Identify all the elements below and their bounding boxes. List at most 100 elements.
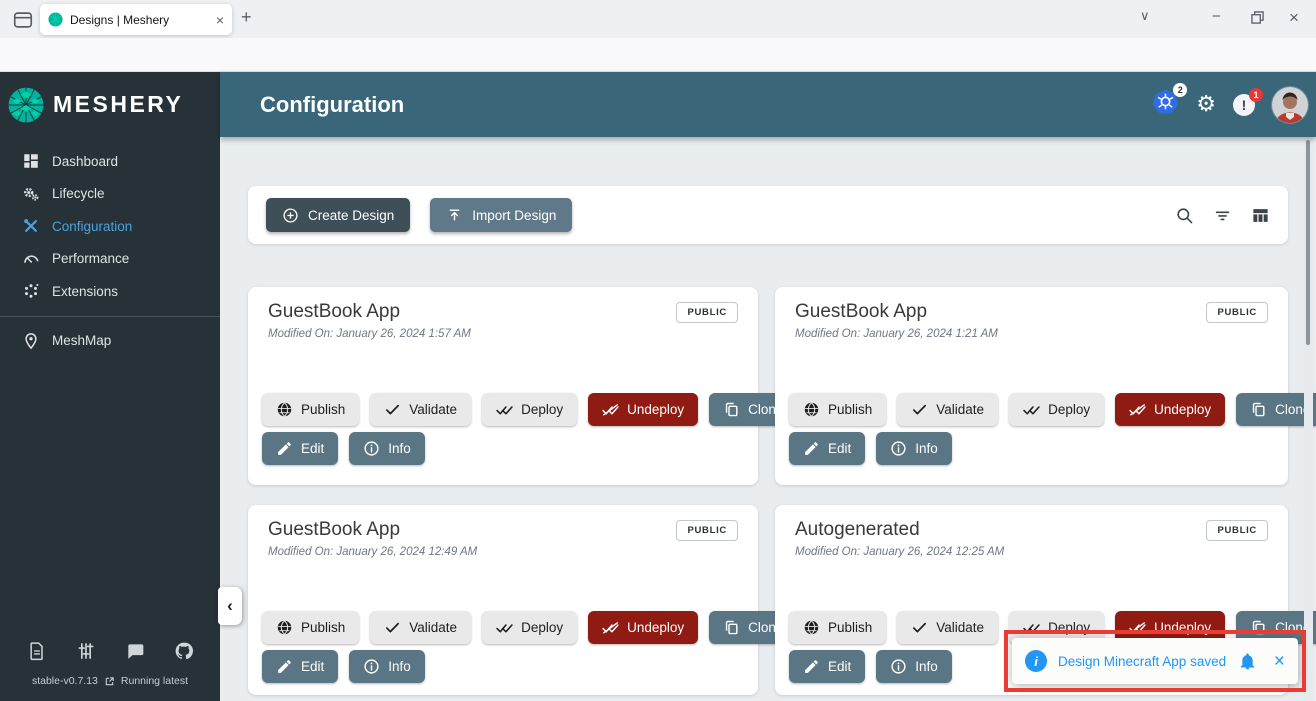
avatar-image (1272, 86, 1308, 123)
designs-toolbar-right (1175, 206, 1270, 225)
validate-button[interactable]: Validate (370, 393, 472, 426)
card-actions-row-2: Edit Info (262, 432, 425, 465)
visibility-badge: PUBLIC (1206, 520, 1268, 541)
card-actions-row-1: Publish Validate Deploy Undeploy Clone (262, 611, 798, 644)
sidebar-item-label: Configuration (52, 218, 133, 234)
info-icon (364, 441, 379, 456)
browser-tab[interactable]: Designs | Meshery × (40, 4, 232, 35)
undeploy-button[interactable]: Undeploy (1115, 393, 1226, 426)
validate-button[interactable]: Validate (897, 393, 999, 426)
tab-close-button[interactable]: × (216, 13, 224, 27)
card-actions-row-2: Edit Info (789, 650, 952, 683)
info-icon (891, 441, 906, 456)
visibility-badge: PUBLIC (1206, 302, 1268, 323)
undeploy-icon (1129, 622, 1146, 634)
github-icon[interactable] (174, 641, 194, 661)
undeploy-button[interactable]: Undeploy (588, 611, 699, 644)
clone-icon (725, 402, 738, 417)
tune-icon[interactable] (76, 641, 96, 661)
clone-icon (1252, 402, 1265, 417)
bell-icon[interactable] (1238, 652, 1257, 671)
sidebar-item-extensions[interactable]: Extensions (0, 275, 220, 308)
table-view-icon[interactable] (1251, 206, 1270, 225)
deploy-button[interactable]: Deploy (482, 611, 578, 644)
visibility-badge: PUBLIC (676, 302, 738, 323)
info-button[interactable]: Info (876, 650, 952, 683)
create-design-button[interactable]: Create Design (266, 198, 411, 232)
scrollbar-thumb[interactable] (1306, 140, 1310, 345)
plus-circle-icon (283, 207, 298, 223)
card-actions-row-2: Edit Info (789, 432, 952, 465)
edit-button[interactable]: Edit (262, 432, 339, 465)
settings-button[interactable]: ⚙ (1196, 93, 1216, 116)
window-minimize-button[interactable]: − (1212, 8, 1221, 25)
double-check-icon (1023, 624, 1040, 633)
design-modified: Modified On: January 26, 2024 12:25 AM (795, 546, 1005, 558)
info-button[interactable]: Info (349, 432, 425, 465)
toast-close-button[interactable]: × (1274, 652, 1285, 671)
map-pin-icon (25, 332, 37, 350)
undeploy-button[interactable]: Undeploy (588, 393, 699, 426)
info-button[interactable]: Info (876, 432, 952, 465)
chat-icon[interactable] (125, 641, 145, 661)
publish-button[interactable]: Publish (262, 611, 360, 644)
deploy-button[interactable]: Deploy (1009, 393, 1105, 426)
external-link-icon[interactable] (104, 676, 115, 687)
notification-badge: 1 (1249, 87, 1263, 102)
clone-icon (1252, 620, 1265, 635)
edit-button[interactable]: Edit (789, 432, 866, 465)
validate-button[interactable]: Validate (897, 611, 999, 644)
window-restore-button[interactable] (1251, 11, 1264, 24)
search-icon[interactable] (1175, 206, 1194, 225)
deploy-button[interactable]: Deploy (482, 393, 578, 426)
import-design-button[interactable]: Import Design (430, 198, 573, 232)
sidebar-item-configuration[interactable]: Configuration (0, 210, 220, 243)
version-label: stable-v0.7.13 (31, 675, 98, 687)
firefox-view-icon[interactable] (12, 9, 34, 31)
designs-toolbar: Create Design Import Design (248, 186, 1288, 244)
tab-title: Designs | Meshery (70, 12, 170, 27)
publish-button[interactable]: Publish (262, 393, 360, 426)
visibility-badge: PUBLIC (676, 520, 738, 541)
tab-list-button[interactable]: ∨ (1140, 8, 1150, 24)
extensions-icon (25, 284, 39, 298)
edit-button[interactable]: Edit (789, 650, 866, 683)
double-check-icon (496, 406, 513, 415)
sidebar-divider (0, 315, 220, 317)
clone-icon (725, 620, 738, 635)
publish-button[interactable]: Publish (789, 393, 887, 426)
app-header: Configuration 2 ⚙ ! 1 (220, 72, 1316, 137)
notification-button[interactable]: ! 1 (1233, 87, 1263, 116)
globe-icon (804, 402, 819, 417)
info-button[interactable]: Info (349, 650, 425, 683)
meshery-logo[interactable]: MESHERY (0, 72, 220, 137)
toast-notification: i Design Minecraft App saved × (1012, 638, 1298, 684)
globe-icon (804, 620, 819, 635)
globe-icon (277, 620, 292, 635)
window-close-button[interactable]: × (1289, 8, 1299, 28)
kubernetes-badge: 2 (1173, 83, 1188, 97)
sidebar-item-dashboard[interactable]: Dashboard (0, 145, 220, 178)
filter-icon[interactable] (1213, 206, 1232, 225)
sidebar-item-meshmap[interactable]: MeshMap (0, 325, 220, 358)
sidebar-item-lifecycle[interactable]: Lifecycle (0, 178, 220, 211)
kubernetes-context-button[interactable]: 2 (1152, 83, 1188, 120)
validate-button[interactable]: Validate (370, 611, 472, 644)
double-check-icon (1023, 406, 1040, 415)
sidebar-collapse-button[interactable]: ‹ (218, 587, 242, 625)
dashboard-icon (24, 154, 38, 168)
design-card: GuestBook App Modified On: January 26, 2… (775, 287, 1316, 485)
edit-button[interactable]: Edit (262, 650, 339, 683)
new-tab-button[interactable]: + (241, 7, 252, 28)
undeploy-icon (1129, 404, 1146, 416)
docs-icon[interactable] (27, 641, 47, 661)
sidebar-item-label: Performance (52, 251, 130, 267)
user-avatar[interactable] (1272, 86, 1308, 123)
design-title: Autogenerated (795, 519, 920, 540)
publish-button[interactable]: Publish (789, 611, 887, 644)
sidebar-footer-icons (0, 641, 220, 661)
sidebar-item-performance[interactable]: Performance (0, 243, 220, 276)
sidebar-version-row: stable-v0.7.13 Running latest (0, 675, 220, 687)
design-title: GuestBook App (795, 301, 928, 322)
upload-icon (449, 208, 460, 220)
